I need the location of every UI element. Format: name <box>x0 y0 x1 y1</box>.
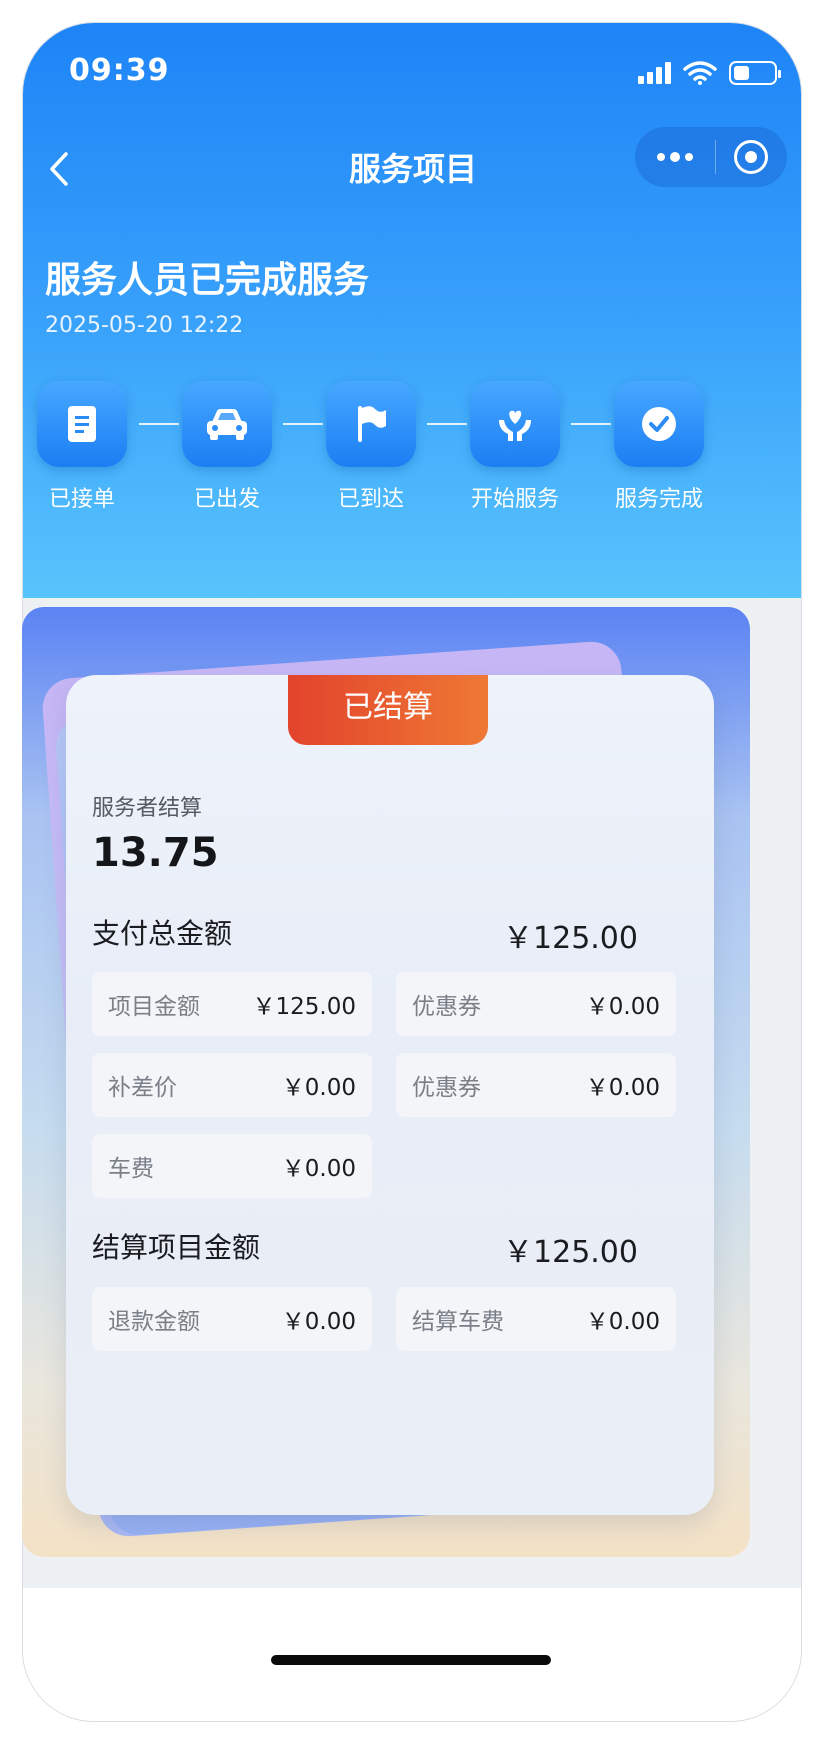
fee-item-settled-travel-fee: 结算车费 ￥0.00 <box>396 1287 676 1351</box>
battery-icon <box>729 61 781 85</box>
status-time: 09:39 <box>69 53 170 88</box>
heart-hands-icon <box>499 410 531 441</box>
header-banner: 09:39 服务项目 服务人员已完成服务 2025-05-20 12:22 已接… <box>23 23 801 598</box>
fee-item-project-amount: 项目金额 ￥125.00 <box>92 972 372 1036</box>
check-circle-icon <box>642 407 676 441</box>
fee-label: 车费 <box>108 1156 154 1182</box>
fee-value: ￥0.00 <box>585 1075 660 1101</box>
flag-icon <box>358 406 386 442</box>
more-button[interactable] <box>635 127 715 187</box>
fee-value: ￥0.00 <box>281 1309 356 1335</box>
step-service-started: 开始服务 <box>460 381 570 513</box>
order-status-heading: 服务人员已完成服务 <box>45 260 370 301</box>
step-label: 已出发 <box>193 487 260 512</box>
step-departed: 已出发 <box>172 381 282 513</box>
more-dots-icon <box>657 153 665 161</box>
fee-value: ￥0.00 <box>281 1075 356 1101</box>
order-status-datetime: 2025-05-20 12:22 <box>45 313 244 338</box>
wifi-icon <box>683 61 717 85</box>
step-label: 已接单 <box>48 487 115 512</box>
signal-icon <box>638 62 671 84</box>
progress-steps: 已接单 已出发 已到达 开始服务 服务完成 <box>23 381 801 521</box>
payment-total-amount: ￥125.00 <box>503 921 638 956</box>
fee-item-refund-amount: 退款金额 ￥0.00 <box>92 1287 372 1351</box>
fee-label: 优惠券 <box>412 1075 481 1101</box>
fee-value: ￥0.00 <box>585 994 660 1020</box>
fee-label: 优惠券 <box>412 994 481 1020</box>
step-label: 已到达 <box>337 487 404 512</box>
step-label: 开始服务 <box>470 487 559 512</box>
close-miniprogram-button[interactable] <box>716 127 786 187</box>
settled-badge: 已结算 <box>288 675 488 745</box>
fee-label: 项目金额 <box>108 994 200 1020</box>
fee-value: ￥0.00 <box>281 1156 356 1182</box>
step-arrived: 已到达 <box>316 381 426 513</box>
fee-label: 结算车费 <box>412 1309 504 1335</box>
fee-label: 退款金额 <box>108 1309 200 1335</box>
fee-item-travel-fee: 车费 ￥0.00 <box>92 1134 372 1198</box>
settle-total-amount: ￥125.00 <box>503 1235 638 1270</box>
fee-value: ￥0.00 <box>585 1309 660 1335</box>
worker-settlement-label: 服务者结算 <box>92 796 203 821</box>
fee-label: 补差价 <box>108 1075 177 1101</box>
fee-item-coupon-2: 优惠券 ￥0.00 <box>396 1053 676 1117</box>
worker-settlement-amount: 13.75 <box>92 830 219 876</box>
payment-total-label: 支付总金额 <box>92 917 233 950</box>
fee-item-price-difference: 补差价 ￥0.00 <box>92 1053 372 1117</box>
fee-value: ￥125.00 <box>252 994 356 1020</box>
status-icons <box>638 61 781 85</box>
target-icon <box>734 140 768 174</box>
step-accepted: 已接单 <box>27 381 137 513</box>
step-label: 服务完成 <box>614 487 703 512</box>
fee-item-coupon: 优惠券 ￥0.00 <box>396 972 676 1036</box>
home-indicator <box>271 1655 551 1665</box>
car-icon <box>207 409 247 440</box>
settle-total-label: 结算项目金额 <box>92 1231 261 1264</box>
miniprogram-capsule <box>635 127 787 187</box>
step-service-completed: 服务完成 <box>604 381 714 513</box>
document-icon <box>68 406 96 442</box>
